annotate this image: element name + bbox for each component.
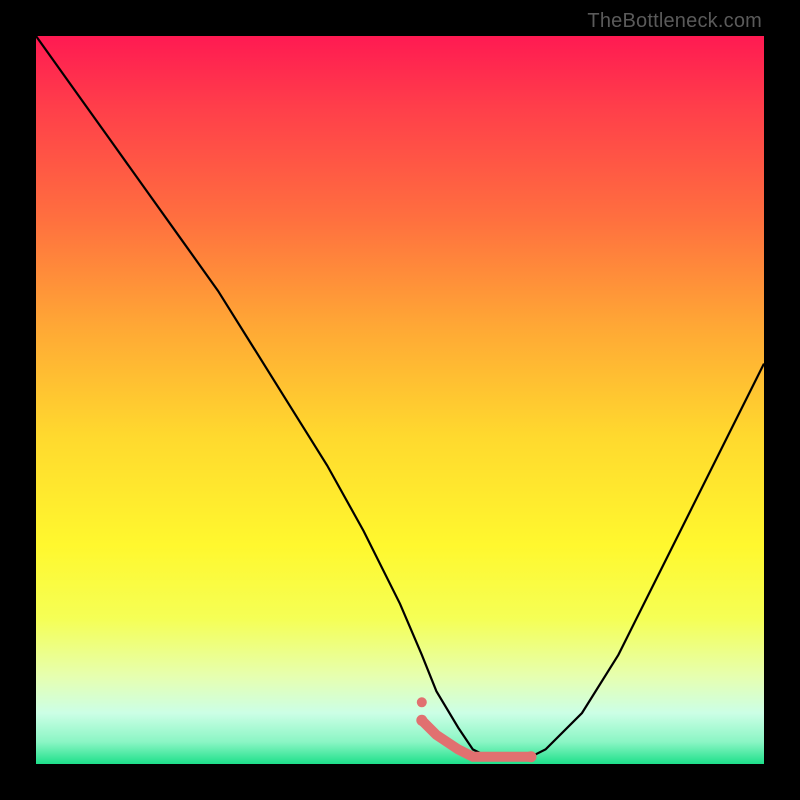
- curve-layer: [36, 36, 764, 764]
- optimal-range-dot: [526, 751, 537, 762]
- watermark-text: TheBottleneck.com: [587, 10, 762, 33]
- chart-frame: TheBottleneck.com: [0, 0, 800, 800]
- optimal-range-dot: [416, 715, 427, 726]
- bottleneck-curve: [36, 36, 764, 757]
- plot-area: [36, 36, 764, 764]
- optimal-range-dot: [417, 697, 427, 707]
